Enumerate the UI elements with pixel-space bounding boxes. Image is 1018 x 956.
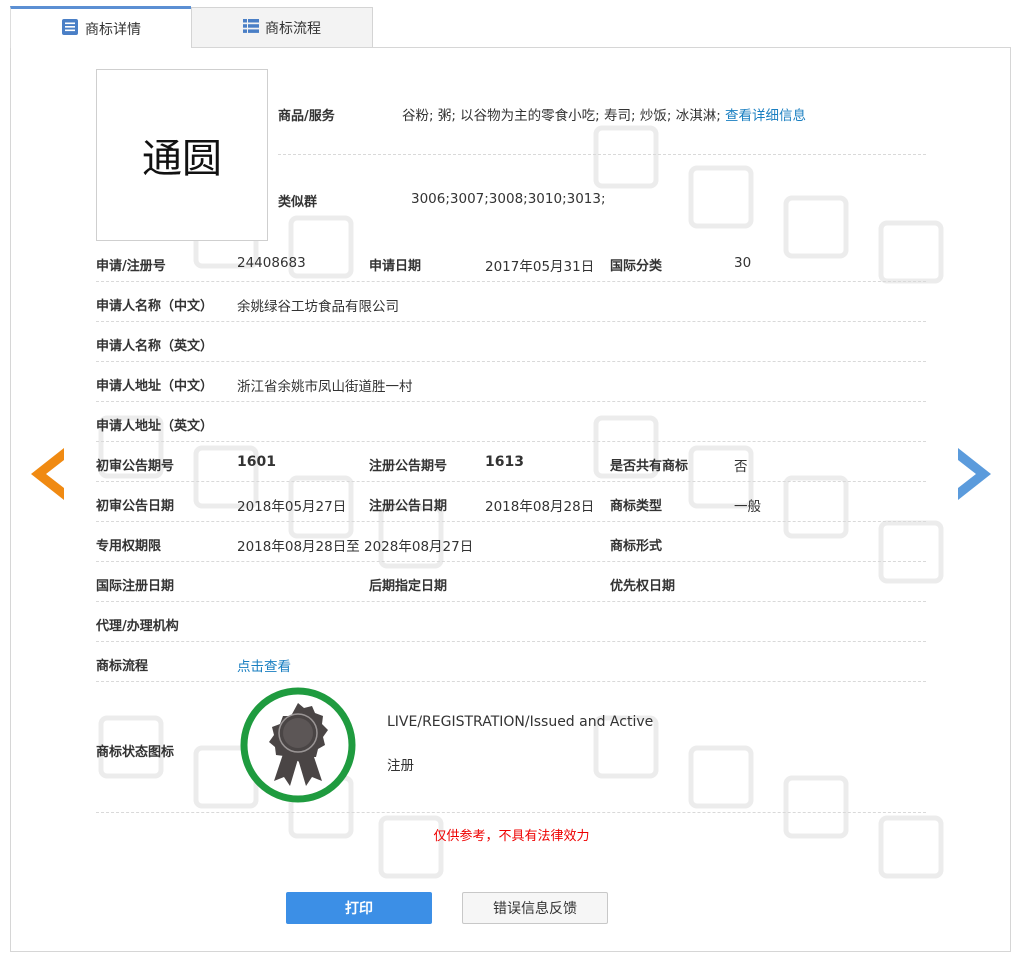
divider xyxy=(96,561,926,562)
reg-issue-label: 注册公告期号 xyxy=(369,459,448,474)
exclusive-period-value: 2018年08月28日至 2028年08月27日 xyxy=(237,539,474,555)
divider xyxy=(96,401,926,402)
status-cn-text: 注册 xyxy=(387,758,414,774)
shared-mark-label: 是否共有商标 xyxy=(610,459,689,474)
divider xyxy=(96,321,926,322)
mark-type-label: 商标类型 xyxy=(610,499,663,514)
mark-form-label: 商标形式 xyxy=(610,539,663,554)
list-document-icon xyxy=(61,18,79,40)
later-designation-label: 后期指定日期 xyxy=(369,579,448,594)
view-details-link[interactable]: 查看详细信息 xyxy=(725,108,806,124)
print-button[interactable]: 打印 xyxy=(286,892,432,924)
mark-type-value: 一般 xyxy=(734,499,761,515)
tab-trademark-flow-label: 商标流程 xyxy=(265,21,321,37)
tab-trademark-detail-label: 商标详情 xyxy=(85,21,141,38)
status-icon-label: 商标状态图标 xyxy=(96,745,175,760)
reg-issue-value: 1613 xyxy=(485,454,524,470)
reg-no-value: 24408683 xyxy=(237,255,306,271)
apply-date-label: 申请日期 xyxy=(369,259,422,274)
grid-list-icon xyxy=(243,18,259,38)
divider xyxy=(96,681,926,682)
reg-date-value: 2018年08月28日 xyxy=(485,499,595,515)
address-cn-value: 浙江省余姚市凤山街道胜一村 xyxy=(237,379,413,395)
registered-badge-icon xyxy=(238,685,358,809)
exclusive-period-label: 专用权期限 xyxy=(96,539,162,554)
view-flow-link[interactable]: 点击查看 xyxy=(237,655,291,675)
goods-services-value: 谷粉; 粥; 以谷物为主的零食小吃; 寿司; 炒饭; 冰淇淋; 查看详细信息 xyxy=(402,104,806,124)
detail-panel: 通圆 商品/服务 谷粉; 粥; 以谷物为主的零食小吃; 寿司; 炒饭; 冰淇淋;… xyxy=(10,47,1011,952)
similar-group-label: 类似群 xyxy=(278,195,318,210)
reg-date-label: 注册公告日期 xyxy=(369,499,448,514)
divider xyxy=(96,641,926,642)
agency-label: 代理/办理机构 xyxy=(96,619,179,634)
goods-services-label: 商品/服务 xyxy=(278,109,335,124)
prelim-issue-value: 1601 xyxy=(237,454,276,470)
status-en-text: LIVE/REGISTRATION/Issued and Active xyxy=(387,714,654,730)
divider xyxy=(96,441,926,442)
apply-date-value: 2017年05月31日 xyxy=(485,259,595,275)
divider xyxy=(96,361,926,362)
error-feedback-button[interactable]: 错误信息反馈 xyxy=(462,892,608,924)
applicant-cn-label: 申请人名称（中文） xyxy=(96,299,214,314)
legal-disclaimer: 仅供参考，不具有法律效力 xyxy=(433,829,590,844)
divider xyxy=(96,481,926,482)
prelim-date-value: 2018年05月27日 xyxy=(237,499,347,515)
trademark-text: 通圆 xyxy=(142,136,222,182)
shared-mark-value: 否 xyxy=(734,459,748,475)
divider xyxy=(96,281,926,282)
reg-no-label: 申请/注册号 xyxy=(96,259,166,274)
divider xyxy=(96,521,926,522)
similar-group-value: 3006;3007;3008;3010;3013; xyxy=(411,191,606,207)
divider xyxy=(96,601,926,602)
trademark-image: 通圆 xyxy=(96,69,268,241)
goods-services-text: 谷粉; 粥; 以谷物为主的零食小吃; 寿司; 炒饭; 冰淇淋; xyxy=(402,108,721,124)
priority-date-label: 优先权日期 xyxy=(610,579,676,594)
divider xyxy=(96,812,926,813)
applicant-cn-value: 余姚绿谷工坊食品有限公司 xyxy=(237,299,399,315)
tab-trademark-detail[interactable]: 商标详情 xyxy=(10,6,191,48)
next-arrow-icon[interactable] xyxy=(958,448,992,504)
intl-reg-date-label: 国际注册日期 xyxy=(96,579,175,594)
intl-class-value: 30 xyxy=(734,255,752,271)
intl-class-label: 国际分类 xyxy=(610,259,663,274)
address-en-label: 申请人地址（英文） xyxy=(96,419,214,434)
address-cn-label: 申请人地址（中文） xyxy=(96,379,214,394)
prev-arrow-icon[interactable] xyxy=(31,448,65,504)
applicant-en-label: 申请人名称（英文） xyxy=(96,339,214,354)
prelim-issue-label: 初审公告期号 xyxy=(96,459,175,474)
prelim-date-label: 初审公告日期 xyxy=(96,499,175,514)
divider xyxy=(278,154,926,155)
trademark-flow-label: 商标流程 xyxy=(96,659,149,674)
tab-trademark-flow[interactable]: 商标流程 xyxy=(191,7,373,48)
